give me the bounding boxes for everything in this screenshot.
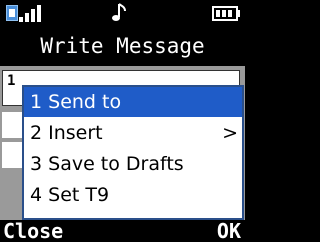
- cursor-char: 1: [7, 73, 16, 89]
- softkey-bar: Close OK: [0, 220, 245, 242]
- menu-item-insert[interactable]: 2 Insert >: [24, 118, 242, 148]
- ok-softkey[interactable]: OK: [217, 220, 241, 242]
- sim-card-icon: [6, 5, 18, 21]
- signal-strength-icon: [19, 4, 45, 22]
- menu-item-label: 2 Insert: [30, 122, 103, 144]
- menu-item-send-to[interactable]: 1 Send to: [24, 87, 242, 117]
- options-menu: 1 Send to 2 Insert > 3 Save to Drafts 4 …: [22, 85, 244, 220]
- status-bar: [0, 0, 245, 28]
- chevron-right-icon: >: [222, 122, 238, 144]
- editor-line: [2, 142, 22, 168]
- close-softkey[interactable]: Close: [3, 220, 63, 242]
- page-title: Write Message: [40, 34, 205, 58]
- menu-item-label: 3 Save to Drafts: [30, 153, 184, 175]
- menu-item-label: 1 Send to: [30, 91, 122, 113]
- editor-line: [2, 112, 22, 138]
- menu-item-label: 4 Set T9: [30, 184, 110, 206]
- battery-icon: [212, 6, 240, 21]
- menu-item-save-to-drafts[interactable]: 3 Save to Drafts: [24, 149, 242, 179]
- header: Write Message: [0, 28, 245, 66]
- music-note-icon: [112, 3, 126, 21]
- menu-item-set-t9[interactable]: 4 Set T9: [24, 180, 242, 210]
